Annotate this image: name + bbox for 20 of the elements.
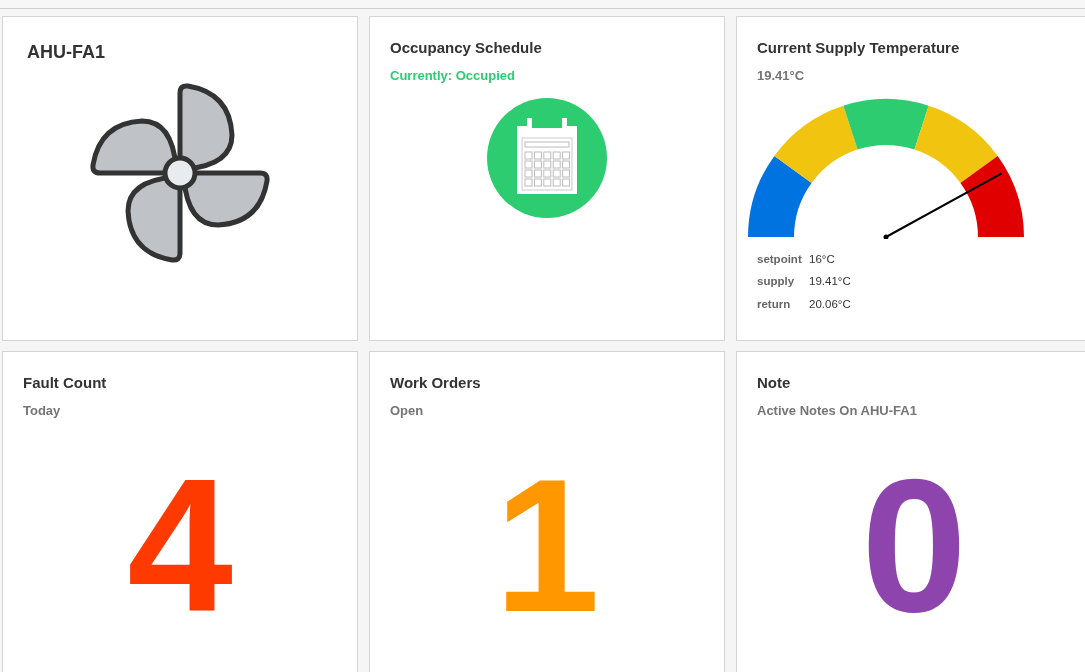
count-value: 0 [861, 450, 967, 640]
card-title: Note [757, 373, 792, 393]
card-subtitle: 19.41°C [757, 66, 806, 85]
card-subtitle: Open [390, 401, 425, 420]
card-subtitle: Active Notes On AHU-FA1 [757, 401, 918, 420]
card-title: Work Orders [390, 373, 482, 393]
reading-label: setpoint [757, 252, 803, 267]
count-value: 4 [127, 450, 233, 640]
reading-value: 16°C [809, 252, 835, 267]
reading-label: return [757, 296, 792, 312]
card-title: Current Supply Temperature [757, 38, 961, 58]
reading-label: supply [757, 274, 796, 290]
card-title: Fault Count [23, 373, 108, 393]
count-value: 1 [494, 450, 600, 640]
card-title: Occupancy Schedule [390, 38, 543, 58]
card-subtitle: Today [23, 401, 62, 420]
reading-value: 20.06°C [809, 296, 851, 312]
reading-value: 19.41°C [809, 274, 851, 290]
card-title: AHU-FA1 [26, 41, 106, 64]
card-subtitle: Currently: Occupied [390, 66, 516, 85]
